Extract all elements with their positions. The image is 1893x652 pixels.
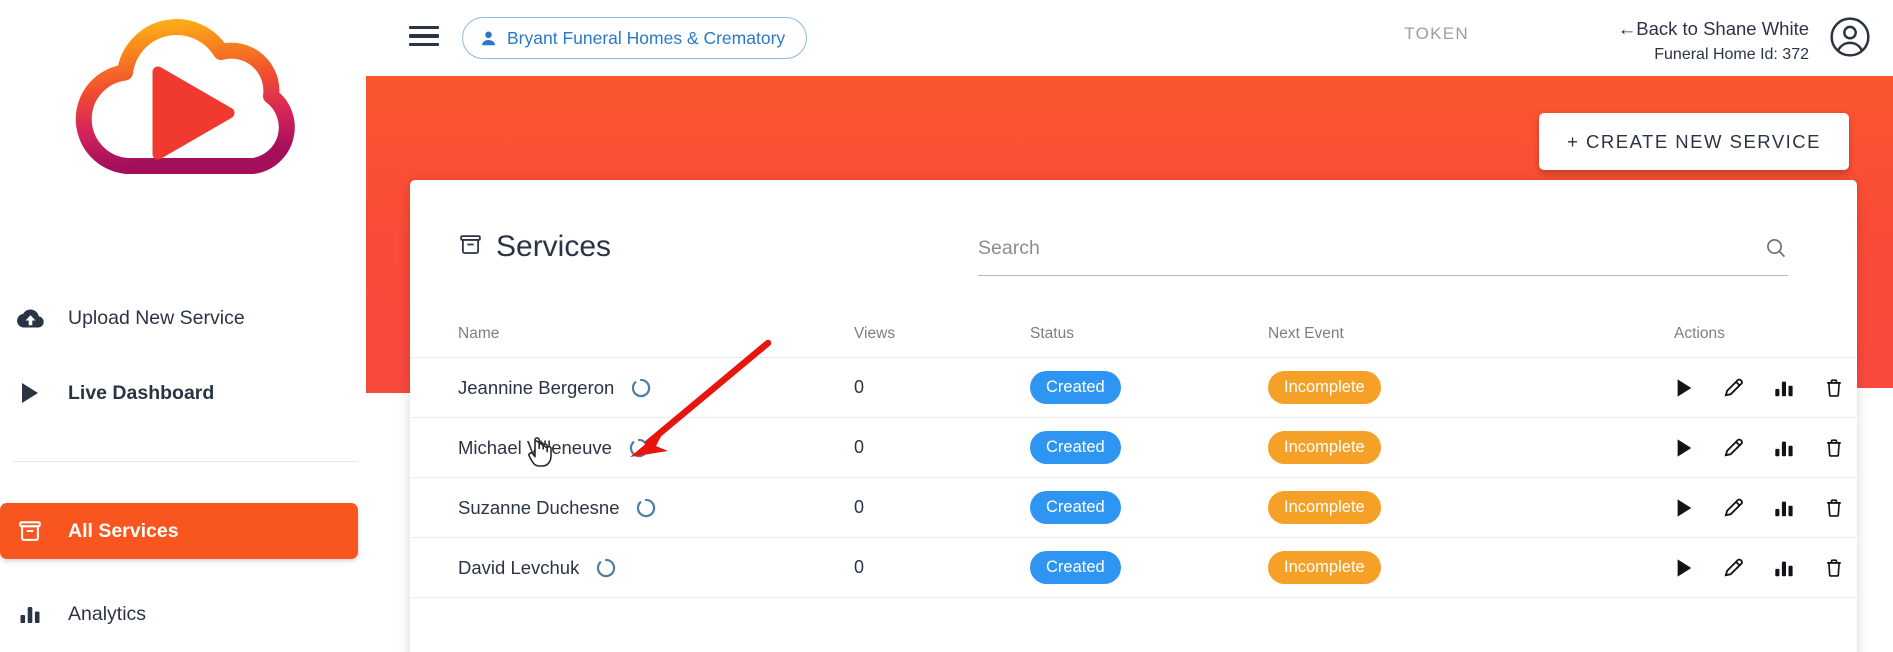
hamburger-bar [409, 34, 439, 38]
bar-chart-icon[interactable] [1773, 377, 1795, 399]
create-new-service-button[interactable]: + CREATE NEW SERVICE [1539, 113, 1849, 170]
edit-pencil-icon[interactable] [1722, 556, 1745, 579]
column-header-views: Views [854, 324, 896, 342]
sidebar-item-label: Upload New Service [68, 306, 245, 329]
table-row[interactable]: Michael Villeneuve 0 Created Incomplete [410, 418, 1857, 478]
column-header-name: Name [458, 324, 500, 342]
views-count: 0 [854, 497, 865, 517]
status-badge: Created [1030, 551, 1121, 584]
play-icon[interactable] [1674, 497, 1694, 519]
cloud-upload-icon [14, 305, 46, 332]
account-circle-icon[interactable] [1828, 15, 1872, 59]
sidebar-item-live-dashboard[interactable]: Live Dashboard [0, 365, 366, 421]
status-badge: Created [1030, 491, 1121, 524]
page-title: Services [458, 230, 611, 264]
back-block: ←Back to Shane White Funeral Home Id: 37… [1618, 16, 1809, 66]
sidebar-item-analytics[interactable]: Analytics [0, 586, 366, 642]
organization-chip[interactable]: Bryant Funeral Homes & Crematory [462, 17, 808, 59]
sidebar-item-upload-new-service[interactable]: Upload New Service [0, 290, 366, 346]
edit-pencil-icon[interactable] [1722, 436, 1745, 459]
next-event-badge: Incomplete [1268, 491, 1381, 524]
search-input[interactable] [978, 234, 1675, 262]
services-table: Name Views Status Next Event Actions Jea… [410, 310, 1857, 598]
organization-name: Bryant Funeral Homes & Crematory [507, 27, 786, 48]
sidebar-item-all-services[interactable]: All Services [0, 503, 358, 559]
trash-delete-icon[interactable] [1823, 497, 1845, 519]
sidebar-item-label: All Services [68, 519, 179, 542]
sidebar-item-label: Analytics [68, 602, 147, 625]
table-row[interactable]: Jeannine Bergeron 0 Created Incomplete [410, 358, 1857, 418]
spinner-icon [635, 497, 657, 519]
status-badge: Created [1030, 431, 1121, 464]
column-header-actions: Actions [1674, 324, 1725, 342]
column-header-next-event: Next Event [1268, 324, 1344, 342]
bar-chart-icon[interactable] [1773, 497, 1795, 519]
archive-icon [14, 518, 46, 544]
back-to-user-link[interactable]: ←Back to Shane White [1618, 16, 1809, 41]
sidebar-item-label: Live Dashboard [68, 381, 215, 404]
hamburger-menu-icon[interactable] [409, 23, 439, 49]
trash-delete-icon[interactable] [1823, 377, 1845, 399]
funeral-home-id: Funeral Home Id: 372 [1654, 46, 1809, 63]
sidebar-divider [14, 461, 358, 462]
table-body: Jeannine Bergeron 0 Created Incomplete M… [410, 358, 1857, 598]
token-label: TOKEN [1404, 24, 1469, 43]
play-icon[interactable] [1674, 437, 1694, 459]
edit-pencil-icon[interactable] [1722, 496, 1745, 519]
service-name: Suzanne Duchesne [458, 496, 620, 518]
views-count: 0 [854, 557, 865, 577]
sidebar: Upload New Service Live Dashboard All Se… [0, 0, 366, 652]
bar-chart-icon[interactable] [1773, 437, 1795, 459]
status-badge: Created [1030, 371, 1121, 404]
edit-pencil-icon[interactable] [1722, 376, 1745, 399]
search-icon[interactable] [1764, 236, 1788, 265]
column-header-status: Status [1030, 324, 1074, 342]
cloud-play-logo-icon [75, 18, 295, 174]
app-logo [52, 10, 312, 202]
play-icon[interactable] [1674, 557, 1694, 579]
trash-delete-icon[interactable] [1823, 437, 1845, 459]
bar-chart-icon [14, 602, 46, 626]
table-row[interactable]: David Levchuk 0 Created Incomplete [410, 538, 1857, 598]
app-root: Upload New Service Live Dashboard All Se… [0, 0, 1893, 652]
views-count: 0 [854, 437, 865, 457]
services-card: Services Name Views Status Next Event Ac… [410, 180, 1857, 652]
play-icon[interactable] [1674, 377, 1694, 399]
next-event-badge: Incomplete [1268, 431, 1381, 464]
service-name: David Levchuk [458, 556, 580, 578]
hamburger-bar [409, 26, 439, 30]
spinner-icon [595, 557, 617, 579]
service-name: Jeannine Bergeron [458, 376, 615, 398]
bar-chart-icon[interactable] [1773, 557, 1795, 579]
table-row[interactable]: Suzanne Duchesne 0 Created Incomplete [410, 478, 1857, 538]
card-header: Services [410, 180, 1857, 310]
page-title-text: Services [496, 230, 612, 263]
spinner-icon [630, 377, 652, 399]
hamburger-bar [409, 42, 439, 46]
spinner-icon [628, 437, 650, 459]
next-event-badge: Incomplete [1268, 371, 1381, 404]
table-header-row: Name Views Status Next Event Actions [410, 310, 1857, 358]
orange-banner-tail [366, 228, 416, 393]
search-field[interactable] [978, 234, 1788, 276]
service-name: Michael Villeneuve [458, 436, 612, 458]
person-icon [479, 29, 498, 48]
top-bar: Bryant Funeral Homes & Crematory TOKEN ←… [366, 0, 1893, 74]
next-event-badge: Incomplete [1268, 551, 1381, 584]
trash-delete-icon[interactable] [1823, 557, 1845, 579]
play-icon [14, 381, 46, 405]
views-count: 0 [854, 377, 865, 397]
archive-icon [458, 232, 483, 262]
